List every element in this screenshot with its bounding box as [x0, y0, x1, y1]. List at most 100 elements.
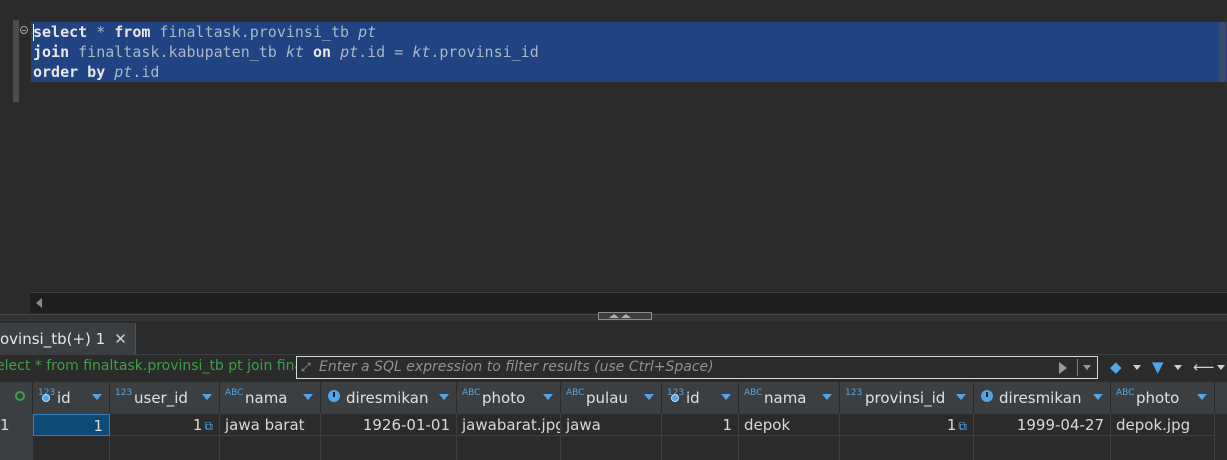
sort-icon[interactable] — [543, 394, 553, 400]
results-tab-bar: ovinsi_tb(+) 1 ✕ — [0, 321, 1227, 355]
sort-icon[interactable] — [721, 394, 731, 400]
cell-diresmikan[interactable]: 1926-01-01 — [321, 414, 457, 436]
column-header-nama[interactable]: ABC nama — [220, 382, 321, 414]
row-header-corner[interactable] — [0, 382, 33, 414]
cell-pulau[interactable]: jawa — [561, 414, 662, 436]
code-line-1: select * from finaltask.provinsi_tb pt — [33, 22, 376, 42]
empty-cell — [739, 436, 840, 460]
empty-cell — [840, 436, 974, 460]
table-alias: kt — [285, 43, 304, 61]
column-label: provinsi_id — [865, 389, 946, 407]
column-label: user_id — [134, 389, 188, 407]
cell-diresmikan-2[interactable]: 1999-04-27 — [974, 414, 1111, 436]
sql-editor[interactable]: select * from finaltask.provinsi_tb pt j… — [0, 0, 1227, 315]
table-alias: pt — [114, 63, 133, 81]
text-type-icon: ABC — [1116, 388, 1135, 398]
funnel-icon[interactable]: ▼ — [1152, 358, 1164, 376]
external-link-icon[interactable]: ⧉ — [204, 419, 213, 433]
tab-label: ovinsi_tb(+) 1 — [0, 329, 106, 348]
sort-icon[interactable] — [822, 394, 832, 400]
fold-icon[interactable] — [20, 26, 28, 34]
sort-icon[interactable] — [202, 394, 212, 400]
column-header-nama-2[interactable]: ABC nama — [739, 382, 840, 414]
sort-icon[interactable] — [439, 394, 449, 400]
keyword: from — [114, 23, 151, 41]
apply-filter-icon[interactable] — [1059, 362, 1067, 374]
cell-value: 1 — [946, 416, 957, 434]
cell-photo-2[interactable]: depok.jpg — [1111, 414, 1215, 436]
column-header-id-2[interactable]: 123 id — [662, 382, 739, 414]
grid-header: 123 id 123 user_id ABC nama diresmikan A… — [0, 382, 1227, 414]
cell-nama[interactable]: jawa barat — [220, 414, 321, 436]
cell-id[interactable]: 1 — [33, 414, 110, 436]
filter-input[interactable]: ⤢ Enter a SQL expression to filter resul… — [296, 356, 1098, 379]
empty-row — [0, 436, 1227, 460]
column-label: pulau — [586, 389, 628, 407]
close-icon[interactable]: ✕ — [114, 330, 127, 348]
cell-user-id[interactable]: 1 ⧉ — [110, 414, 220, 436]
chevron-down-icon[interactable] — [1217, 365, 1225, 370]
table-alias: kt — [412, 43, 431, 61]
sort-icon[interactable] — [1197, 394, 1207, 400]
cell-provinsi-id[interactable]: 1 ⧉ — [840, 414, 974, 436]
editor-scrollbar[interactable] — [1219, 22, 1226, 82]
external-link-icon[interactable]: ⧉ — [958, 419, 967, 433]
key-icon — [42, 394, 50, 402]
sort-icon[interactable] — [956, 394, 966, 400]
keyword: select — [33, 23, 88, 41]
results-grid: 123 id 123 user_id ABC nama diresmikan A… — [0, 382, 1227, 460]
row-number[interactable]: 1 — [0, 414, 33, 436]
editor-gutter-marker — [13, 20, 19, 102]
collapse-up-icon[interactable] — [609, 314, 619, 318]
filter-history-dropdown[interactable] — [1077, 359, 1096, 376]
collapse-up-icon[interactable] — [621, 314, 631, 318]
code-text: .id — [132, 63, 160, 81]
column-label: photo — [482, 389, 526, 407]
column-header-diresmikan-2[interactable]: diresmikan — [974, 382, 1111, 414]
empty-cell — [321, 436, 457, 460]
column-header-photo[interactable]: ABC photo — [457, 382, 561, 414]
chevron-down-icon[interactable] — [1174, 365, 1182, 370]
column-label: id — [686, 389, 700, 407]
filter-bar: elect * from finaltask.provinsi_tb pt jo… — [0, 355, 1227, 381]
code-line-2: join finaltask.kabupaten_tb kt on pt.id … — [33, 42, 539, 62]
text-type-icon: ABC — [462, 388, 481, 398]
column-header-diresmikan[interactable]: diresmikan — [321, 382, 457, 414]
cell-photo[interactable]: jawabarat.jpg — [457, 414, 561, 436]
keyword: join — [33, 43, 70, 61]
column-header-pulau[interactable]: ABC pulau — [561, 382, 662, 414]
radio-icon — [15, 391, 25, 401]
table-row[interactable]: 1 1 1 ⧉ jawa barat 1926-01-01 jawabarat.j… — [0, 414, 1227, 436]
sort-icon[interactable] — [644, 394, 654, 400]
filter-placeholder: Enter a SQL expression to filter results… — [319, 359, 714, 375]
sort-icon[interactable] — [1093, 394, 1103, 400]
eraser-icon[interactable]: ◆ — [1110, 358, 1122, 376]
sort-icon[interactable] — [303, 394, 313, 400]
column-header-id[interactable]: 123 id — [33, 382, 110, 414]
empty-cell — [1111, 436, 1215, 460]
scroll-left-icon[interactable] — [36, 298, 42, 308]
column-label: nama — [245, 389, 288, 407]
column-header-provinsi-id[interactable]: 123 provinsi_id — [840, 382, 974, 414]
key-icon — [671, 394, 679, 402]
back-arrow-icon[interactable]: ⟵ — [1193, 358, 1215, 376]
horizontal-scrollbar[interactable] — [30, 292, 1227, 313]
expand-icon[interactable]: ⤢ — [301, 361, 314, 374]
column-header-user-id[interactable]: 123 user_id — [110, 382, 220, 414]
column-label: nama — [764, 389, 807, 407]
number-type-icon: 123 — [115, 388, 133, 398]
row-number-empty — [0, 436, 33, 460]
code-text: .provinsi_id — [430, 43, 539, 61]
column-label: photo — [1136, 389, 1180, 407]
tab-results[interactable]: ovinsi_tb(+) 1 ✕ — [0, 323, 136, 354]
keyword: on — [303, 43, 341, 61]
column-label: id — [57, 389, 71, 407]
cell-nama-2[interactable]: depok — [739, 414, 840, 436]
column-header-photo-2[interactable]: ABC photo — [1111, 382, 1215, 414]
cell-id-2[interactable]: 1 — [662, 414, 739, 436]
sort-icon[interactable] — [92, 394, 102, 400]
text-type-icon: ABC — [225, 388, 244, 398]
splitter-handle[interactable] — [598, 312, 652, 320]
chevron-down-icon[interactable] — [1133, 365, 1141, 370]
code-text: finaltask.provinsi_tb — [150, 23, 359, 41]
